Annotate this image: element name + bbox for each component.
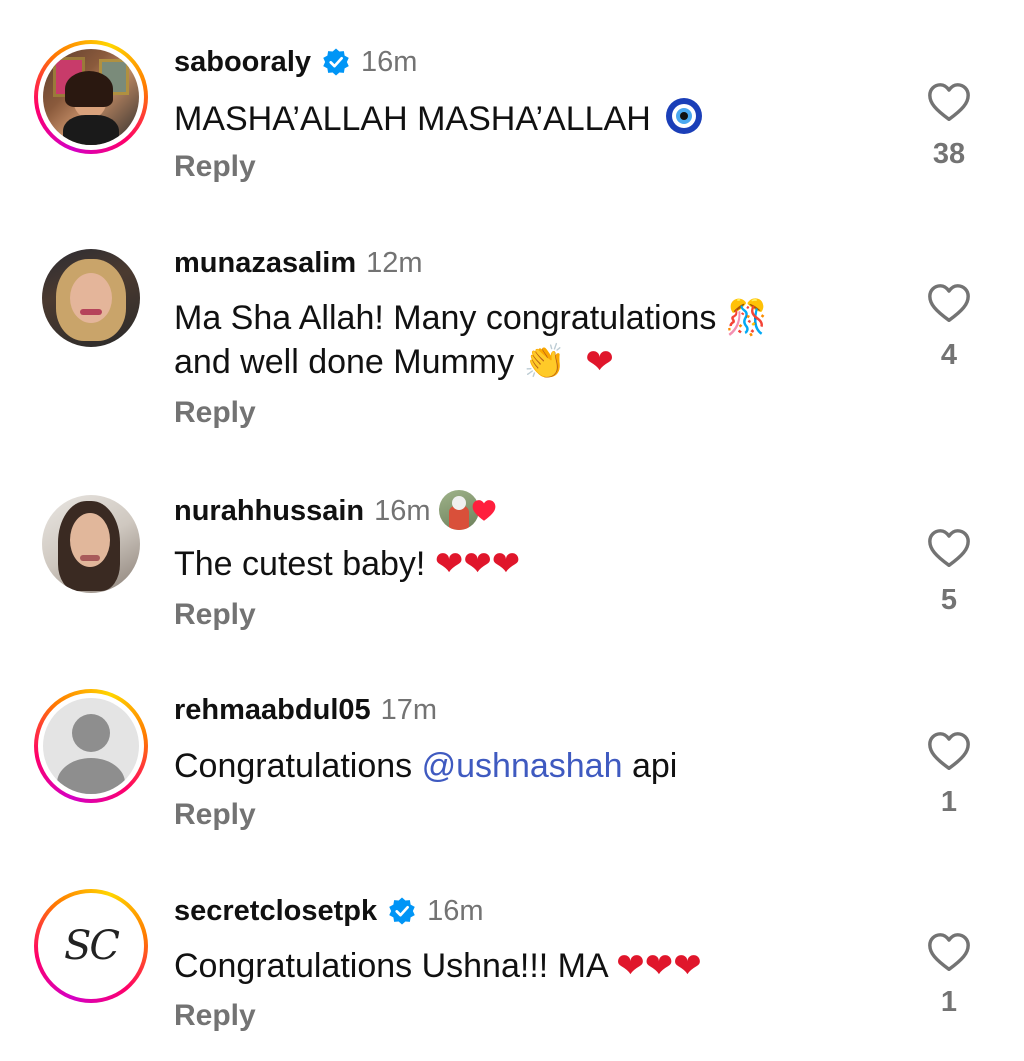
heart-outline-icon[interactable] xyxy=(926,80,972,126)
story-ring[interactable]: SC xyxy=(34,889,148,1003)
comment-timestamp: 12m xyxy=(366,247,423,279)
comment-username[interactable]: sabooraly xyxy=(174,44,311,80)
comment-timestamp: 16m xyxy=(374,495,431,527)
like-count: 38 xyxy=(932,138,966,170)
reply-button[interactable]: Reply xyxy=(174,598,256,632)
verified-badge-icon xyxy=(323,48,349,76)
avatar-wrapper[interactable] xyxy=(34,241,148,355)
comment-username[interactable]: rehmaabdul05 xyxy=(174,692,371,728)
comment-text: Congratulations @ushnashah api xyxy=(174,747,678,785)
story-ring[interactable] xyxy=(34,689,148,803)
red-heart-emoji-icon: ❤ xyxy=(585,342,614,382)
reply-button[interactable]: Reply xyxy=(174,999,256,1033)
like-count: 5 xyxy=(940,584,958,616)
red-heart-emoji-icon: ❤❤❤ xyxy=(434,544,521,584)
comment-username[interactable]: secretclosetpk xyxy=(174,893,377,929)
verified-badge-icon xyxy=(389,897,415,925)
like-count: 1 xyxy=(940,986,958,1018)
comment-text: Ma Sha Allah! Many congratulations 🎊 and… xyxy=(174,298,769,382)
red-heart-emoji-icon: ❤❤❤ xyxy=(616,946,702,986)
reply-button[interactable]: Reply xyxy=(174,150,256,184)
avatar-logo: SC xyxy=(63,923,120,969)
like-count: 1 xyxy=(940,786,958,818)
creator-liked-badge xyxy=(438,490,499,532)
heart-outline-icon[interactable] xyxy=(926,930,972,976)
avatar xyxy=(42,495,140,593)
story-ring[interactable] xyxy=(34,40,148,154)
red-heart-icon xyxy=(472,500,495,521)
avatar-wrapper[interactable] xyxy=(34,487,148,601)
comment-timestamp: 16m xyxy=(361,46,418,78)
nazar-amulet-icon xyxy=(666,98,703,134)
reply-button[interactable]: Reply xyxy=(174,396,256,430)
heart-outline-icon[interactable] xyxy=(926,729,972,775)
comment-text: The cutest baby! ❤❤❤ xyxy=(174,544,521,584)
comment-timestamp: 16m xyxy=(427,895,484,927)
avatar xyxy=(42,249,140,347)
avatar: SC xyxy=(43,898,139,994)
heart-outline-icon[interactable] xyxy=(926,281,972,327)
avatar xyxy=(43,49,139,145)
confetti-emoji-icon: 🎊 xyxy=(725,298,769,338)
like-count: 4 xyxy=(940,339,958,371)
comment-username[interactable]: nurahhussain xyxy=(174,493,364,529)
comment-timestamp: 17m xyxy=(380,694,438,726)
reply-button[interactable]: Reply xyxy=(174,798,256,832)
comment-username[interactable]: munazasalim xyxy=(174,245,356,281)
comment-text: MASHA’ALLAH MASHA’ALLAH xyxy=(174,96,874,141)
mention-link[interactable]: @ushnashah xyxy=(422,747,623,785)
clapping-hands-emoji-icon: 👏 xyxy=(523,342,566,382)
comment-text: Congratulations Ushna!!! MA ❤❤❤ xyxy=(174,946,702,986)
default-avatar-icon xyxy=(43,698,139,794)
heart-outline-icon[interactable] xyxy=(926,526,972,572)
